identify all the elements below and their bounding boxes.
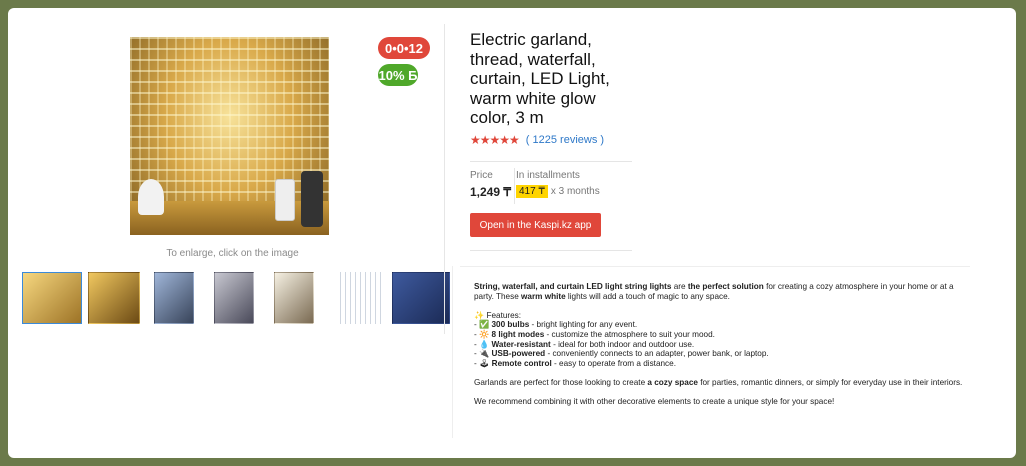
- intro-bold-1: String, waterfall, and curtain LED light…: [474, 282, 672, 291]
- intro-text-1: are: [671, 282, 688, 291]
- product-description: String, waterfall, and curtain LED light…: [474, 282, 974, 407]
- open-in-app-button[interactable]: Open in the Kaspi.kz app: [470, 213, 601, 237]
- thumbnail-3[interactable]: [154, 272, 194, 324]
- installment-amount: 417 ₸: [516, 185, 548, 198]
- rating-stars-icon: ★★★★★: [470, 133, 520, 147]
- features-heading: ✨ Features:: [474, 310, 522, 320]
- description-intro: String, waterfall, and curtain LED light…: [474, 282, 974, 301]
- thumbnail-1[interactable]: [22, 272, 82, 324]
- feature-text: - customize the atmosphere to suit your …: [544, 329, 715, 339]
- feature-prefix: - 🕹: [474, 358, 492, 368]
- image-remote-control: [301, 171, 323, 227]
- thumbnail-4[interactable]: [214, 272, 254, 324]
- feature-prefix: - 🔌: [474, 349, 492, 359]
- feature-item: - 🔆 8 light modes - customize the atmosp…: [474, 330, 974, 340]
- feature-text: - easy to operate from a distance.: [551, 358, 676, 368]
- installments-value: 417 ₸ x 3 months: [516, 185, 600, 198]
- thumbnail-6[interactable]: [340, 272, 382, 324]
- intro-bold-2: the perfect solution: [687, 282, 764, 291]
- product-title: Electric garland, thread, waterfall, cur…: [470, 30, 610, 127]
- thumbnail-strip: [22, 272, 450, 324]
- installment-term: x 3 months: [550, 186, 600, 197]
- image-chair-shape: [138, 179, 164, 215]
- description-left-border: [452, 266, 453, 438]
- feature-name: USB-powered: [491, 349, 546, 359]
- thumbnail-2[interactable]: [88, 272, 140, 324]
- feature-name: Water-resistant: [491, 339, 551, 349]
- bonus-percent-badge: 10% Б: [378, 64, 418, 86]
- features-list: - ✅ 300 bulbs - bright lighting for any …: [474, 320, 974, 368]
- feature-prefix: - 🔆: [474, 329, 492, 339]
- divider: [470, 161, 632, 162]
- divider: [470, 250, 632, 251]
- para2-text-1: Garlands are perfect for those looking t…: [474, 377, 648, 387]
- description-top-border: [460, 266, 970, 267]
- gallery-divider: [444, 24, 445, 334]
- description-paragraph-3: We recommend combining it with other dec…: [474, 397, 835, 407]
- thumbnail-5[interactable]: [274, 272, 314, 324]
- price-separator: [514, 168, 515, 204]
- feature-name: 300 bulbs: [491, 320, 530, 330]
- main-product-image[interactable]: [130, 37, 329, 235]
- price-value: 1,249 ₸: [470, 185, 511, 199]
- reviews-link[interactable]: ( 1225 reviews ): [526, 134, 604, 146]
- feature-item: - ✅ 300 bulbs - bright lighting for any …: [474, 320, 974, 330]
- timer-badge: 0•0•12: [378, 37, 430, 59]
- rating-row: ★★★★★ ( 1225 reviews ): [470, 133, 604, 147]
- description-paragraph-2: Garlands are perfect for those looking t…: [474, 378, 974, 388]
- para2-text-2: for parties, romantic dinners, or simply…: [697, 377, 963, 387]
- feature-name: Remote control: [491, 358, 552, 368]
- installments-label: In installments: [516, 170, 580, 181]
- feature-prefix: - 💧: [474, 339, 492, 349]
- thumbnail-7[interactable]: [392, 272, 450, 324]
- feature-item: - 🕹 Remote control - easy to operate fro…: [474, 359, 974, 369]
- image-usb-controller: [275, 179, 295, 221]
- para2-bold: a cozy space: [647, 377, 698, 387]
- intro-text-3: lights will add a touch of magic to any …: [565, 291, 730, 301]
- feature-name: 8 light modes: [491, 329, 545, 339]
- feature-item: - 🔌 USB-powered - conveniently connects …: [474, 349, 974, 359]
- intro-bold-3: warm white: [521, 291, 566, 301]
- enlarge-hint: To enlarge, click on the image: [166, 248, 299, 259]
- feature-prefix: - ✅: [474, 320, 492, 330]
- feature-text: - bright lighting for any event.: [529, 320, 638, 330]
- product-card: 0•0•12 10% Б To enlarge, click on the im…: [8, 8, 1016, 458]
- feature-item: - 💧 Water-resistant - ideal for both ind…: [474, 340, 974, 350]
- feature-text: - ideal for both indoor and outdoor use.: [550, 339, 695, 349]
- feature-text: - conveniently connects to an adapter, p…: [545, 349, 769, 359]
- price-label: Price: [470, 170, 493, 181]
